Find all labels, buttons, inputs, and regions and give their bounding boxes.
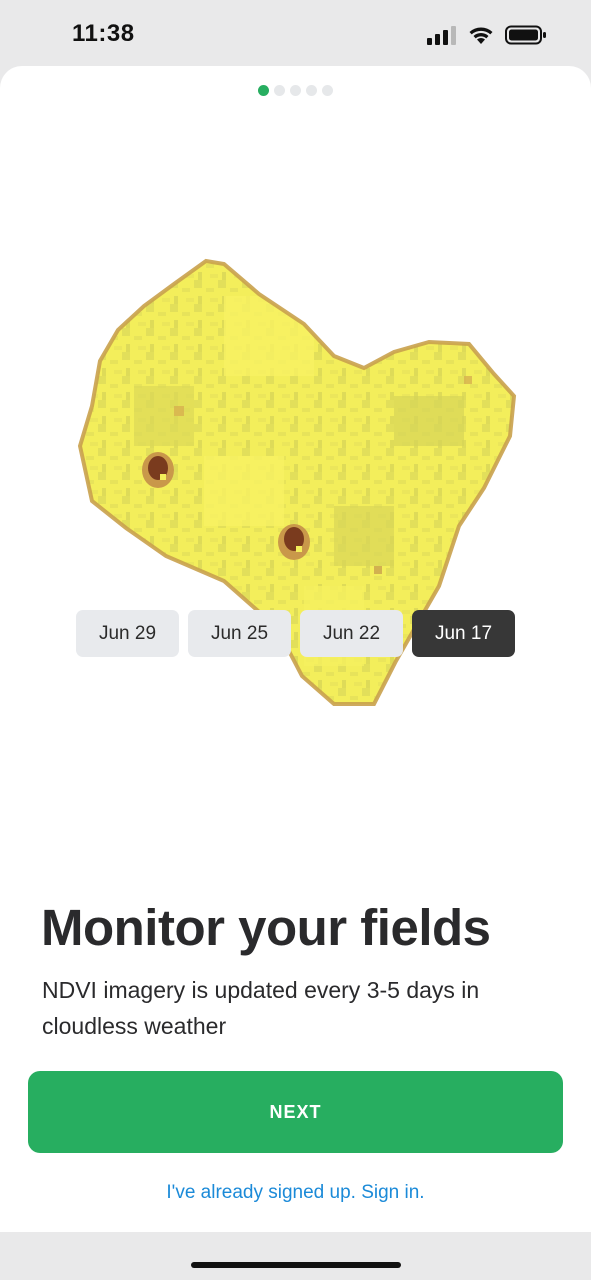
date-chip-jun-22[interactable]: Jun 22: [300, 610, 403, 657]
page-dot-4: [306, 85, 317, 96]
signal-icon: [427, 26, 456, 45]
page-indicator: [0, 85, 591, 97]
status-time: 11:38: [72, 20, 135, 47]
page-title: Monitor your fields: [41, 899, 491, 956]
battery-icon: [505, 25, 546, 45]
status-bar: 11:38: [0, 0, 591, 66]
onboarding-sheet: Jun 29 Jun 25 Jun 22 Jun 17 Monitor your…: [0, 66, 591, 1232]
field-hotspot-1: [142, 452, 174, 488]
next-button[interactable]: NEXT: [28, 1071, 563, 1153]
page-subtitle: NDVI imagery is updated every 3-5 days i…: [42, 977, 480, 1039]
date-chip-jun-17[interactable]: Jun 17: [412, 610, 515, 657]
status-icons: [427, 24, 547, 46]
field-hotspot-2: [278, 524, 310, 560]
wifi-icon: [469, 27, 493, 44]
date-chip-jun-25[interactable]: Jun 25: [188, 610, 291, 657]
date-chip-jun-29[interactable]: Jun 29: [76, 610, 179, 657]
date-selector: Jun 29 Jun 25 Jun 22 Jun 17: [76, 610, 515, 657]
page-dot-2: [274, 85, 285, 96]
sign-in-link[interactable]: I've already signed up. Sign in.: [0, 1182, 591, 1204]
page-dot-1: [258, 85, 269, 96]
page-dot-3: [290, 85, 301, 96]
home-indicator[interactable]: [191, 1262, 401, 1268]
page-dot-5: [322, 85, 333, 96]
